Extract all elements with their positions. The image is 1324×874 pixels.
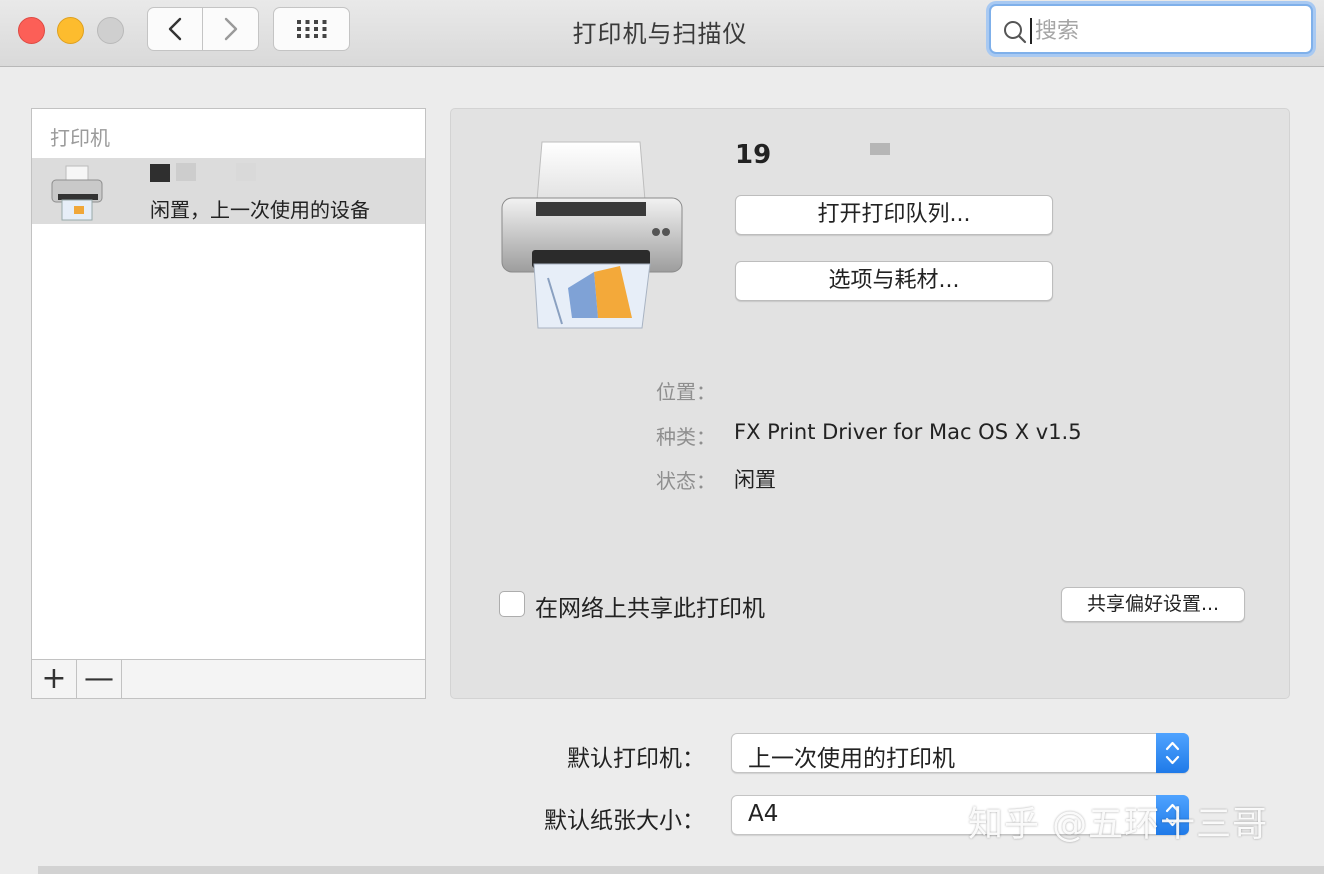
watermark-text: 知乎 @五环十三哥 (968, 805, 1269, 845)
text-caret (1030, 18, 1032, 44)
status-value: 闲置 (734, 468, 776, 492)
remove-printer-button[interactable]: — (77, 660, 122, 698)
status-label: 状态： (656, 469, 716, 493)
default-paper-size-label: 默认纸张大小： (544, 808, 705, 834)
zoom-window-button (97, 17, 124, 44)
default-printer-value: 上一次使用的打印机 (748, 746, 955, 772)
window-title: 打印机与扫描仪 (572, 20, 748, 48)
window-bottom-edge (38, 866, 1324, 874)
magnifier-icon (1004, 21, 1027, 44)
kind-value: FX Print Driver for Mac OS X v1.5 (734, 420, 1082, 444)
chevron-right-icon (224, 17, 237, 41)
share-printer-checkbox[interactable] (499, 591, 525, 617)
open-print-queue-button[interactable]: 打开打印队列... (735, 195, 1053, 235)
back-button[interactable] (147, 7, 203, 51)
default-paper-size-value: A4 (748, 801, 779, 827)
show-all-button[interactable] (273, 7, 350, 51)
default-printer-popup[interactable]: 上一次使用的打印机 (731, 733, 1189, 773)
chevron-left-icon (168, 17, 182, 41)
sharing-preferences-button[interactable]: 共享偏好设置... (1061, 587, 1245, 622)
forward-button[interactable] (203, 7, 259, 51)
location-label: 位置： (656, 380, 716, 404)
list-toolbar: + — (31, 659, 426, 699)
printer-name-redaction (870, 143, 890, 155)
close-window-button[interactable] (18, 17, 45, 44)
printer-list-header: 打印机 (50, 126, 110, 150)
title-bar: 打印机与扫描仪 (0, 0, 1324, 67)
default-printer-label: 默认打印机： (567, 746, 705, 772)
printer-icon (46, 162, 116, 230)
printer-item-status: 闲置，上一次使用的设备 (150, 198, 370, 222)
minimize-window-button[interactable] (57, 17, 84, 44)
stepper-icon (1156, 733, 1189, 773)
add-printer-button[interactable]: + (32, 660, 77, 698)
printer-large-icon (498, 138, 688, 338)
printer-list[interactable]: 打印机 闲置，上一次使用的设备 (31, 108, 426, 660)
share-printer-label[interactable]: 在网络上共享此打印机 (535, 589, 765, 623)
options-supplies-button[interactable]: 选项与耗材... (735, 261, 1053, 301)
search-field[interactable] (989, 4, 1313, 54)
kind-label: 种类： (656, 425, 716, 449)
printer-name: 19 (735, 140, 772, 170)
printer-list-item[interactable]: 闲置，上一次使用的设备 (32, 158, 425, 224)
printer-name-redacted (150, 158, 256, 182)
search-input[interactable] (1033, 16, 1297, 46)
grid-icon (296, 20, 326, 38)
